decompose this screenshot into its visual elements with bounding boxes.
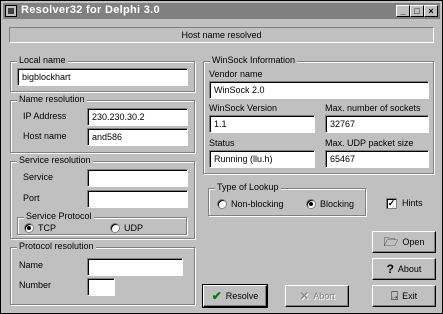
service-protocol-group: Service Protocol TCP UDP (17, 211, 187, 235)
host-name-field[interactable]: and586 (87, 128, 188, 146)
exit-door-icon: ⍈ (390, 289, 399, 303)
local-name-group-label: Local name (17, 55, 68, 65)
max-sockets-field[interactable]: 32767 (325, 115, 429, 133)
ip-address-label: IP Address (23, 111, 67, 121)
open-button-label: Open (402, 237, 425, 247)
open-button[interactable]: 🗁 Open (372, 231, 436, 253)
main-window: Resolver32 for Delphi 3.0 _ □ × Host nam… (0, 0, 443, 314)
ip-address-field[interactable]: 230.230.30.2 (87, 108, 188, 126)
status-panel: Host name resolved (9, 27, 434, 43)
protocol-name-field[interactable] (87, 258, 183, 276)
vendor-name-label: Vendor name (209, 69, 263, 79)
lookup-type-group: Type of Lookup Non-blocking Blocking (208, 182, 366, 216)
max-sockets-label: Max. number of sockets (325, 103, 421, 113)
name-resolution-group-label: Name resolution (17, 94, 87, 104)
hints-checkbox[interactable]: ✓ (386, 198, 397, 209)
tcp-radio[interactable] (24, 223, 34, 233)
winsock-info-group-label: WinSock Information (210, 55, 298, 65)
protocol-number-label: Number (19, 280, 52, 290)
blocking-label: Blocking (320, 199, 355, 209)
service-protocol-group-label: Service Protocol (24, 211, 94, 221)
protocol-resolution-group-label: Protocol resolution (17, 241, 96, 251)
winsock-info-group: WinSock Information Vendor name WinSock … (203, 55, 434, 174)
protocol-resolution-group: Protocol resolution Name Number (10, 241, 195, 305)
service-field[interactable] (87, 169, 188, 187)
local-name-field[interactable]: bigblockhart (17, 68, 188, 86)
lookup-type-group-label: Type of Lookup (215, 182, 281, 192)
question-mark-icon: ? (386, 262, 394, 276)
about-button-label: About (397, 264, 422, 274)
title-bar[interactable]: Resolver32 for Delphi 3.0 _ □ × (3, 3, 440, 19)
max-udp-label: Max. UDP packet size (325, 138, 414, 148)
host-name-label: Host name (23, 131, 67, 141)
udp-radio[interactable] (110, 223, 120, 233)
max-udp-field[interactable]: 65467 (325, 150, 429, 168)
about-button[interactable]: ? About (372, 258, 436, 280)
winsock-version-field[interactable]: 1.1 (209, 115, 315, 133)
protocol-number-field[interactable] (87, 278, 115, 296)
udp-label: UDP (124, 223, 144, 233)
name-resolution-group: Name resolution IP Address 230.230.30.2 … (10, 94, 195, 153)
nonblocking-radio[interactable] (217, 199, 227, 209)
port-label: Port (23, 193, 40, 203)
checkmark-icon: ✔ (211, 289, 222, 303)
blocking-radio[interactable] (306, 199, 316, 209)
service-resolution-group-label: Service resolution (17, 155, 93, 165)
window-title: Resolver32 for Delphi 3.0 (21, 4, 160, 16)
status-field[interactable]: Running (llu.h) (209, 150, 315, 168)
protocol-name-label: Name (19, 260, 44, 270)
port-field[interactable] (87, 190, 188, 208)
tcp-label: TCP (38, 223, 56, 233)
service-label: Service (23, 172, 54, 182)
app-icon[interactable] (5, 5, 17, 17)
abort-x-icon: ✕ (299, 289, 310, 303)
vendor-name-field[interactable]: WinSock 2.0 (209, 81, 429, 99)
local-name-group: Local name bigblockhart (10, 55, 195, 92)
service-resolution-group: Service resolution Service Port Service … (10, 155, 195, 239)
open-folder-icon: 🗁 (383, 235, 399, 249)
status-label: Status (209, 138, 235, 148)
exit-button-label: Exit (402, 291, 418, 301)
minimize-button[interactable]: _ (396, 5, 410, 17)
exit-button[interactable]: ⍈ Exit (372, 285, 436, 307)
maximize-button[interactable]: □ (410, 5, 424, 17)
abort-button-label: Abort (313, 291, 335, 301)
close-button[interactable]: × (424, 5, 438, 17)
abort-button[interactable]: ✕ Abort (285, 285, 349, 307)
resolve-button-label: Resolve (225, 291, 259, 301)
winsock-version-label: WinSock Version (209, 103, 278, 113)
resolve-button[interactable]: ✔ Resolve (202, 284, 268, 308)
hints-label: Hints (402, 198, 423, 208)
nonblocking-label: Non-blocking (231, 199, 284, 209)
